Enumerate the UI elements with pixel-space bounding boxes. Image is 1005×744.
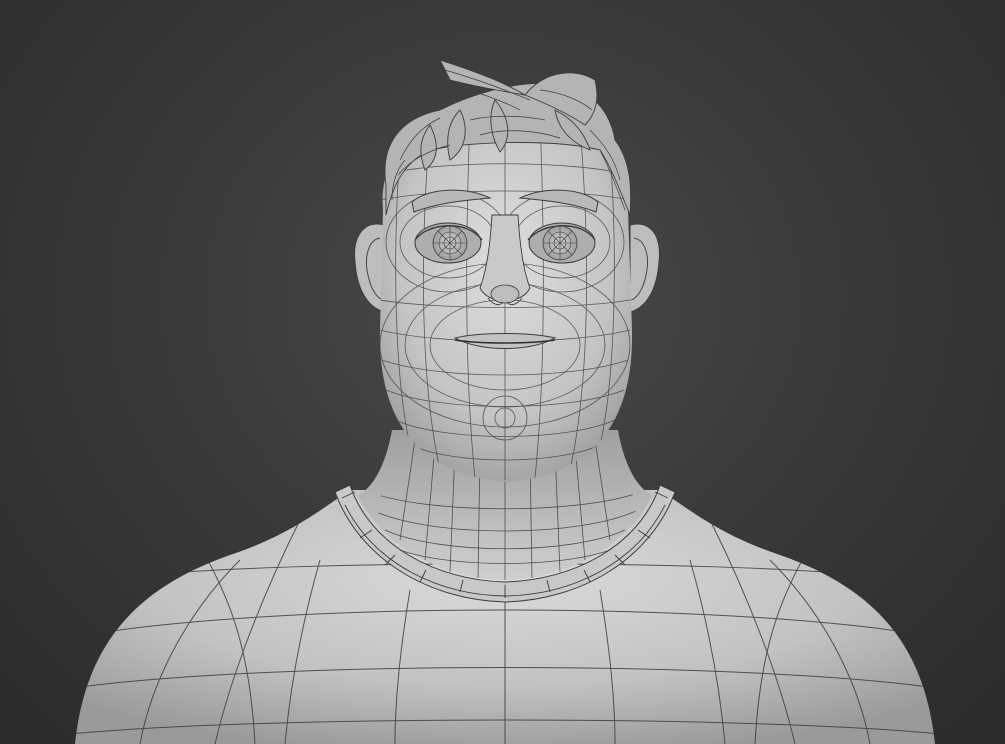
sculpt-render	[75, 59, 935, 744]
left-eye	[414, 222, 483, 264]
right-eye	[527, 222, 596, 264]
3d-viewport[interactable]	[0, 0, 1005, 744]
right-ear	[629, 223, 660, 313]
left-ear	[354, 223, 386, 313]
